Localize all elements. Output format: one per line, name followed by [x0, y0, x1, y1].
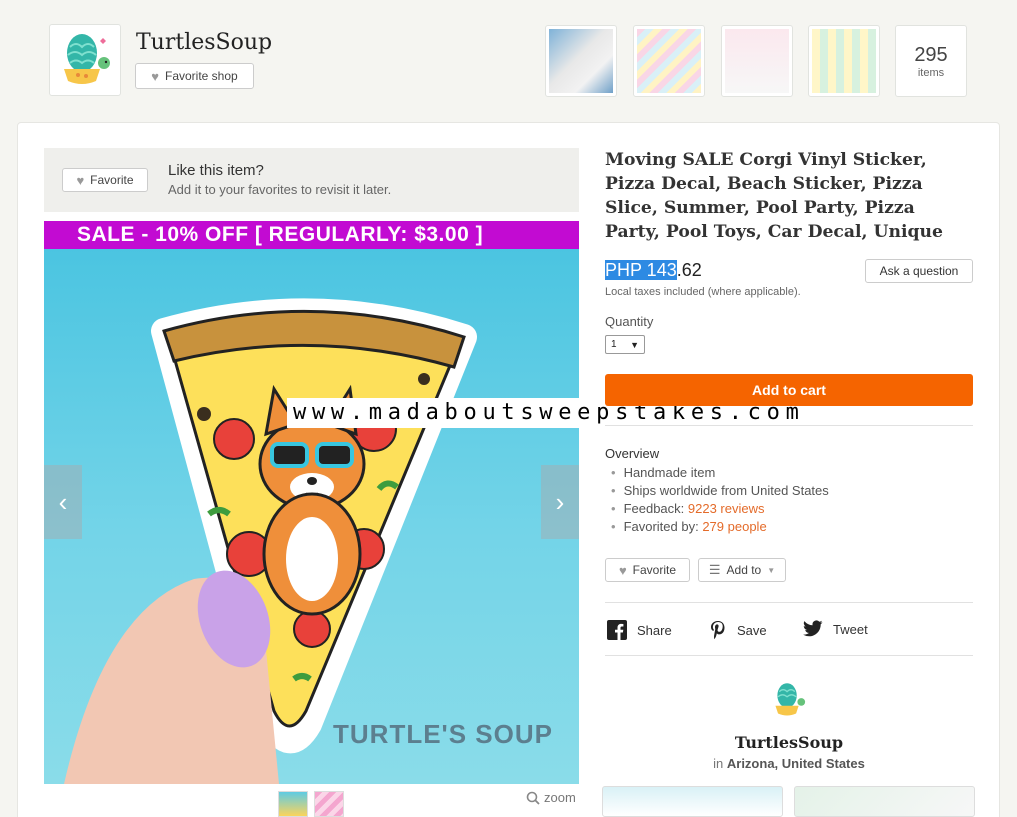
save-pinterest-button[interactable]: Save	[709, 620, 767, 640]
unicorn-sticker-image	[637, 29, 701, 93]
tweet-twitter-button[interactable]: Tweet	[803, 620, 868, 638]
divider	[605, 602, 973, 603]
add-to-cart-button[interactable]: Add to cart	[605, 374, 973, 406]
next-image-button[interactable]: ›	[541, 465, 579, 539]
twitter-icon	[803, 620, 823, 637]
seller-location-prefix: in	[713, 756, 727, 771]
favorite-label: Favorite	[632, 563, 677, 577]
shop-thumb-tote[interactable]	[545, 25, 617, 97]
magnifier-icon	[526, 791, 540, 805]
add-to-list-button[interactable]: ☰ Add to ▼	[698, 558, 786, 582]
pizza-corgi-sticker-image	[64, 298, 477, 784]
favorited-label: Favorited by:	[623, 519, 703, 534]
related-item-image-1[interactable]	[602, 786, 783, 817]
divider	[605, 425, 973, 426]
turtle-logo-icon	[64, 34, 110, 84]
shop-thumb-trophy[interactable]	[721, 25, 793, 97]
prev-image-button[interactable]: ‹	[44, 465, 82, 539]
heart-icon: ♥	[76, 172, 85, 188]
listing-price: PHP 143.62	[605, 260, 702, 281]
tote-bag-image	[549, 29, 613, 93]
add-to-label: Add to	[726, 563, 762, 577]
favorite-shop-label: Favorite shop	[165, 69, 238, 83]
list-item: Favorited by: 279 people	[611, 518, 829, 536]
list-item: Ships worldwide from United States	[611, 482, 829, 500]
pinterest-icon	[711, 621, 725, 640]
tax-note: Local taxes included (where applicable).	[605, 286, 801, 298]
seller-logo[interactable]	[768, 680, 810, 720]
listing-main-image[interactable]: SALE - 10% OFF [ REGULARLY: $3.00 ] TURT…	[44, 221, 579, 784]
divider	[605, 655, 973, 656]
chevron-right-icon: ›	[555, 486, 565, 517]
ask-question-button[interactable]: Ask a question	[865, 259, 973, 283]
chevron-left-icon: ‹	[58, 486, 68, 517]
shop-logo[interactable]	[49, 24, 121, 96]
items-label: items	[917, 66, 945, 79]
quantity-select[interactable]: 1 ▼	[605, 335, 645, 354]
quantity-label: Quantity	[605, 314, 654, 329]
share-facebook-button[interactable]: Share	[607, 620, 672, 640]
heart-icon: ♥	[618, 562, 627, 578]
trophy-card-image	[725, 29, 789, 93]
seller-name[interactable]: TurtlesSoup	[605, 733, 973, 752]
listing-title: Moving SALE Corgi Vinyl Sticker, Pizza D…	[605, 150, 943, 242]
favorite-item-button[interactable]: ♥ Favorite	[62, 168, 148, 192]
price-cents: .62	[676, 260, 702, 280]
zoom-button[interactable]: zoom	[526, 790, 576, 805]
image-thumb-1[interactable]	[278, 791, 308, 817]
related-item-image-2[interactable]	[794, 786, 975, 817]
items-count-box[interactable]: 295 items	[895, 25, 967, 97]
favorite-label: Favorite	[90, 173, 134, 187]
shop-name[interactable]: TurtlesSoup	[136, 30, 272, 55]
like-item-subtitle: Add it to your favorites to revisit it l…	[168, 182, 392, 197]
overview-item-handmade: Handmade item	[623, 465, 716, 480]
feedback-label: Feedback:	[623, 501, 688, 516]
price-highlighted: PHP 143	[605, 260, 677, 280]
sale-banner: SALE - 10% OFF [ REGULARLY: $3.00 ]	[44, 221, 579, 249]
dropdown-arrow-icon: ▼	[630, 339, 639, 350]
save-label: Save	[737, 622, 767, 638]
favorited-people-link[interactable]: 279 people	[702, 519, 766, 534]
overview-list: Handmade item Ships worldwide from Unite…	[611, 464, 829, 536]
overview-heading: Overview	[605, 446, 660, 461]
tweet-label: Tweet	[833, 621, 868, 637]
shop-thumb-unicorn[interactable]	[633, 25, 705, 97]
image-thumb-2[interactable]	[314, 791, 344, 817]
brand-watermark-text: TURTLE'S SOUP	[333, 719, 553, 749]
zoom-label: zoom	[544, 790, 576, 805]
favorite-shop-button[interactable]: ♥ Favorite shop	[135, 63, 254, 89]
list-item: Handmade item	[611, 464, 829, 482]
pineapple-sticker-image	[812, 29, 876, 93]
heart-icon: ♥	[151, 68, 159, 84]
shop-thumb-pineapple[interactable]	[808, 25, 880, 97]
overview-item-shipping: Ships worldwide from United States	[623, 483, 829, 498]
facebook-icon	[607, 620, 627, 640]
list-icon: ☰	[708, 562, 721, 577]
like-item-title: Like this item?	[168, 162, 264, 179]
quantity-value: 1	[611, 339, 617, 350]
turtle-logo-icon	[775, 683, 806, 716]
seller-location-value: Arizona, United States	[726, 756, 865, 771]
seller-location: in Arizona, United States	[605, 756, 973, 771]
share-label: Share	[637, 622, 672, 638]
favorite-button[interactable]: ♥ Favorite	[605, 558, 690, 582]
caret-down-icon: ▼	[767, 565, 776, 575]
list-item: Feedback: 9223 reviews	[611, 500, 829, 518]
items-count: 295	[914, 43, 948, 66]
feedback-reviews-link[interactable]: 9223 reviews	[688, 501, 765, 516]
